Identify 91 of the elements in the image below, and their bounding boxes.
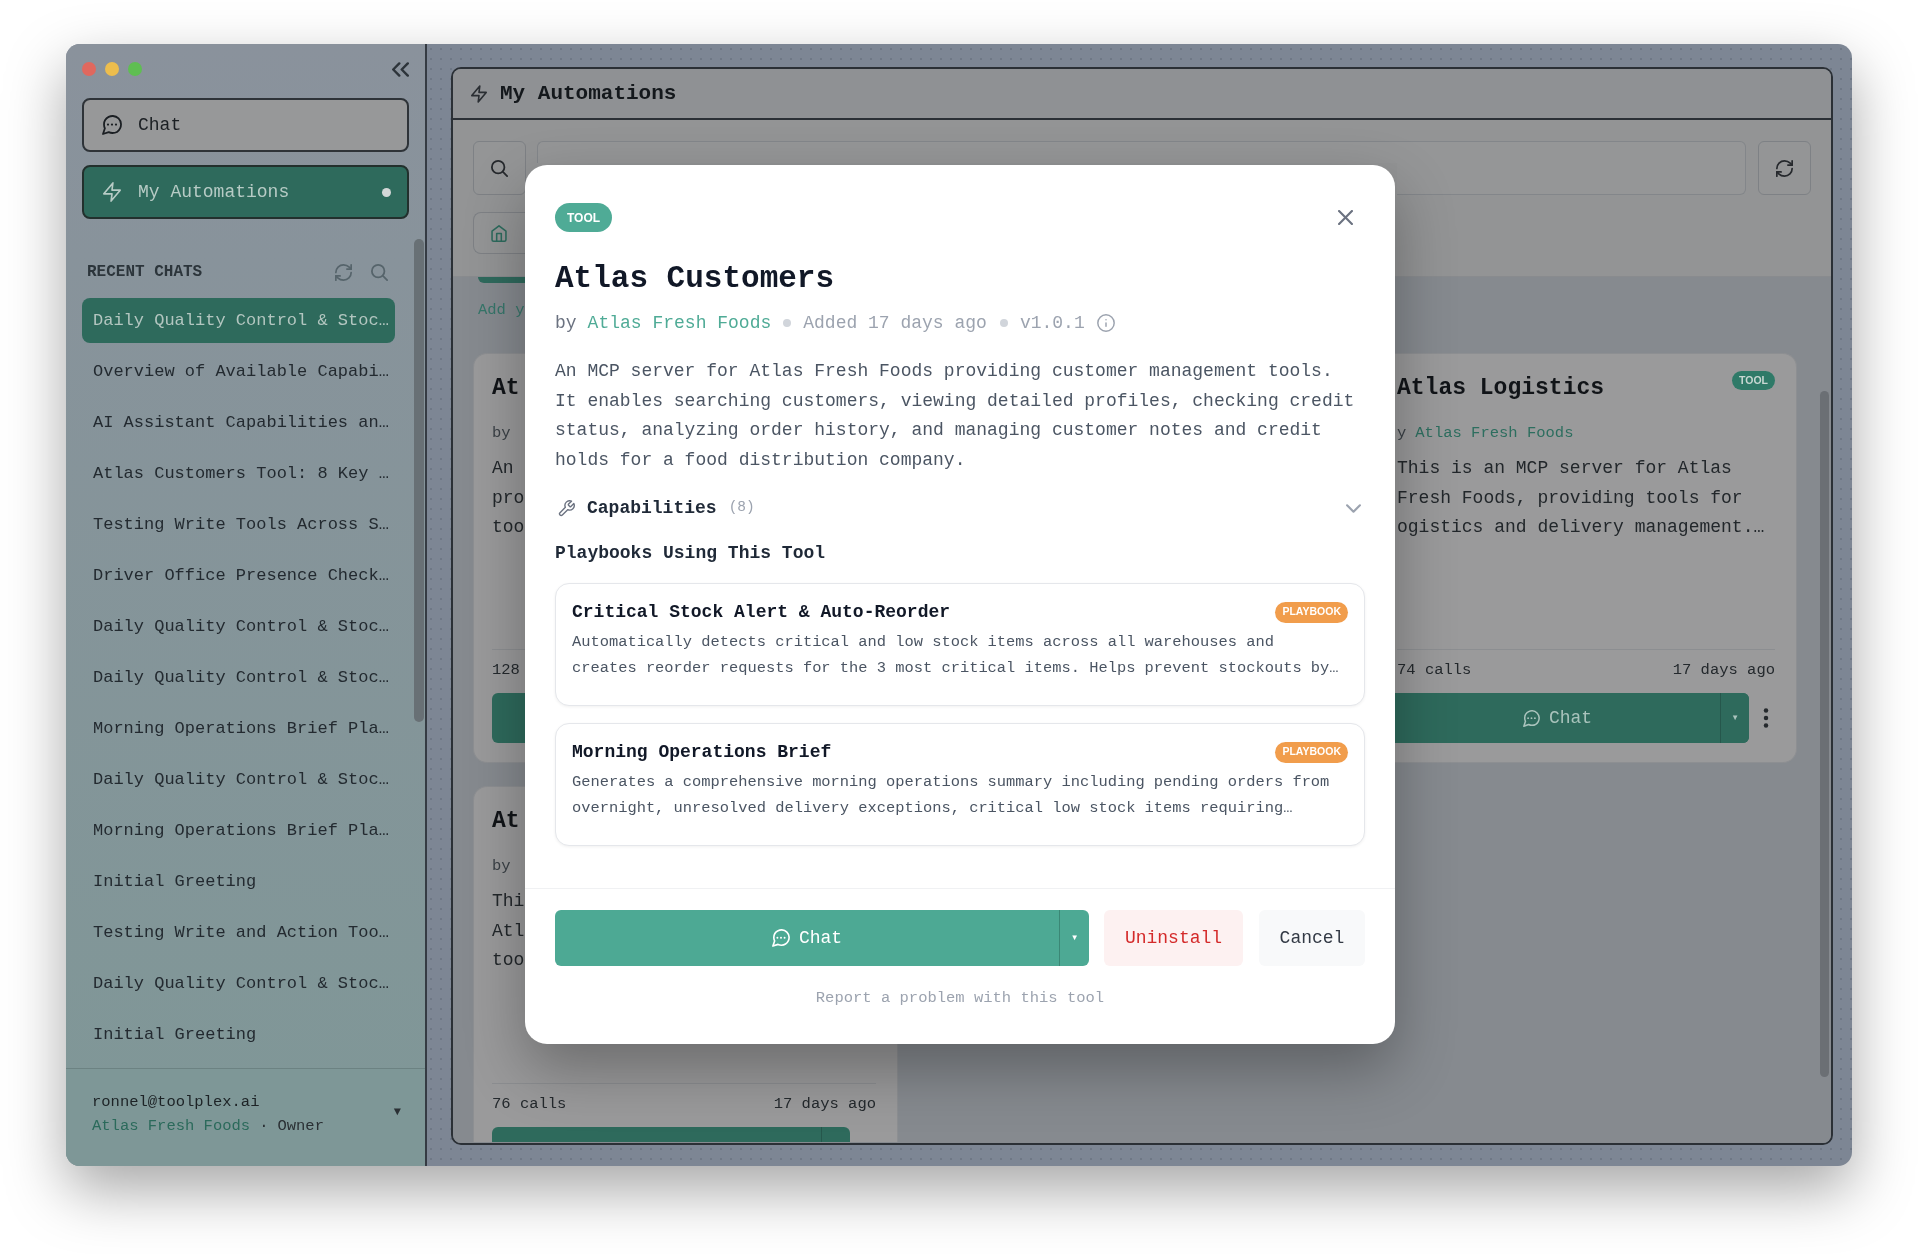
search-icon: [491, 159, 508, 177]
action-button[interactable]: [492, 693, 525, 743]
author-prefix: by: [492, 423, 511, 445]
updated-time: 17 days ago: [773, 1094, 876, 1116]
page-title: My Automations: [500, 80, 677, 107]
card-description: This is an MCP server for Atlas Fresh Foods, providing tools for ogistics and delivery management.…: [1397, 457, 1765, 539]
chat-list-item[interactable]: AI Assistant Capabilities an…: [82, 400, 395, 445]
chat-list-item[interactable]: Testing Write and Action Too…: [82, 910, 395, 955]
lightning-icon: [471, 84, 487, 103]
window-close-icon[interactable]: [82, 62, 96, 76]
action-button[interactable]: [492, 1127, 850, 1142]
playbook-title: Morning Operations Brief: [572, 740, 832, 764]
window-maximize-icon[interactable]: [128, 62, 142, 76]
playbook-title: Critical Stock Alert & Auto-Reorder: [572, 600, 951, 624]
author-prefix: by: [555, 311, 577, 335]
dropdown-button[interactable]: ▾: [1059, 910, 1089, 966]
call-count: 76 calls: [492, 1094, 567, 1116]
chat-list-item[interactable]: Initial Greeting: [82, 859, 395, 904]
separator-text: ·: [259, 1116, 269, 1138]
playbook-description: Generates a comprehensive morning operations summary including pending orders from overnight, unresolved delivery exceptions, critical low stock items requiring…: [572, 772, 1331, 819]
type-badge: TOOL: [1732, 371, 1775, 390]
chat-list-item[interactable]: Overview of Available Capabi…: [82, 349, 395, 394]
role-label: Owner: [277, 1116, 324, 1138]
author-link[interactable]: Atlas Fresh Foods: [587, 309, 772, 337]
refresh-icon[interactable]: [335, 263, 352, 281]
info-icon[interactable]: [1096, 314, 1115, 332]
type-badge: TOOL: [555, 203, 613, 232]
search-icon[interactable]: [371, 263, 388, 281]
playbook-description: Automatically detects critical and low stock items across all warehouses and creates reorder requests for the 3 most critical items. Helps prevent stockouts by…: [572, 632, 1340, 679]
more-options-icon[interactable]: [1763, 708, 1769, 728]
updated-time: 17 days ago: [1672, 660, 1775, 682]
chat-list-item[interactable]: Daily Quality Control & Stoc…: [82, 298, 395, 343]
refresh-button[interactable]: [1758, 141, 1811, 195]
tool-title: Atlas Customers: [555, 260, 835, 298]
search-button[interactable]: [473, 141, 526, 195]
banner-strip: [478, 277, 525, 283]
version-label: v1.0.1: [1019, 311, 1085, 335]
chat-list-item[interactable]: Morning Operations Brief Pla…: [82, 808, 395, 853]
type-badge: PLAYBOOK: [1275, 741, 1348, 763]
home-icon: [491, 224, 507, 242]
call-count: 74 calls: [1397, 660, 1472, 682]
card-description: Thi Atl too: [492, 890, 525, 972]
collapse-sidebar-icon[interactable]: [392, 61, 409, 77]
window-minimize-icon[interactable]: [105, 62, 119, 76]
chat-list-item[interactable]: Morning Operations Brief Pla…: [82, 706, 395, 751]
account-menu-caret[interactable]: ▼: [393, 1105, 401, 1119]
capabilities-toggle[interactable]: Capabilities (8): [555, 493, 1365, 523]
account-email: ronnel@toolplex.ai: [92, 1092, 261, 1113]
added-date: Added 17 days ago: [803, 311, 987, 335]
report-link[interactable]: Report a problem with this tool: [815, 988, 1105, 1008]
lightning-icon: [102, 182, 122, 202]
chat-bubble-icon: [771, 929, 790, 947]
chat-list-item[interactable]: Driver Office Presence Check…: [82, 553, 395, 598]
chat-bubble-icon: [1522, 709, 1540, 727]
type-badge: PLAYBOOK: [1275, 601, 1348, 623]
card-title: At: [492, 374, 520, 403]
close-icon[interactable]: [1338, 210, 1353, 225]
chat-list-item[interactable]: Daily Quality Control & Stoc…: [82, 655, 395, 700]
section-heading: Playbooks Using This Tool: [555, 542, 826, 565]
chat-list-item[interactable]: Daily Quality Control & Stoc…: [82, 961, 395, 1006]
card-description: An pro too: [492, 457, 525, 539]
sidebar-nav-item[interactable]: My Automations: [82, 165, 409, 219]
tool-description: An MCP server for Atlas Fresh Foods providing customer management tools. It enables searching customers, viewing detailed profiles, checking credit status, analyzing order history, and managing customer notes and credit holds for a food distribution company.: [555, 360, 1356, 472]
wrench-icon: [558, 499, 575, 517]
chat-list-item[interactable]: Initial Greeting: [82, 1012, 395, 1057]
card-title: Atlas Logistics: [1397, 374, 1605, 403]
section-heading: RECENT CHATS: [87, 262, 203, 283]
notice-text: Add y: [478, 300, 525, 321]
dropdown-button[interactable]: ▾: [1720, 693, 1749, 743]
chat-list-item[interactable]: Daily Quality Control & Stoc…: [82, 604, 395, 649]
call-count: 128: [492, 660, 520, 682]
home-tab[interactable]: [473, 212, 525, 254]
scrollbar-thumb[interactable]: [414, 239, 424, 722]
bullet-icon: [999, 319, 1008, 327]
playbook-card[interactable]: Morning Operations Brief PLAYBOOK Generates a comprehensive morning operations summary including pending orders from overnight, unresolved delivery exceptions, critical low stock items requiring…: [555, 723, 1365, 846]
search-field[interactable]: [1397, 141, 1746, 195]
card-title: At: [492, 807, 520, 836]
chat-list-item[interactable]: Atlas Customers Tool: 8 Key …: [82, 451, 395, 496]
cancel-button[interactable]: Cancel: [1259, 910, 1365, 966]
refresh-icon: [1776, 159, 1793, 177]
chat-list-item[interactable]: Daily Quality Control & Stoc…: [82, 757, 395, 802]
chat-list-item[interactable]: Testing Write Tools Across S…: [82, 502, 395, 547]
bullet-icon: [783, 319, 792, 327]
uninstall-button[interactable]: Uninstall: [1104, 910, 1243, 966]
author-prefix: by: [492, 856, 511, 878]
author-prefix: y: [1397, 423, 1407, 445]
playbook-card[interactable]: [555, 583, 1365, 706]
scrollbar-thumb[interactable]: [1820, 391, 1829, 1077]
chat-button[interactable]: Chat: [555, 910, 1059, 966]
chat-bubble-icon: [102, 115, 122, 135]
sidebar-nav-item[interactable]: Chat: [82, 98, 409, 152]
